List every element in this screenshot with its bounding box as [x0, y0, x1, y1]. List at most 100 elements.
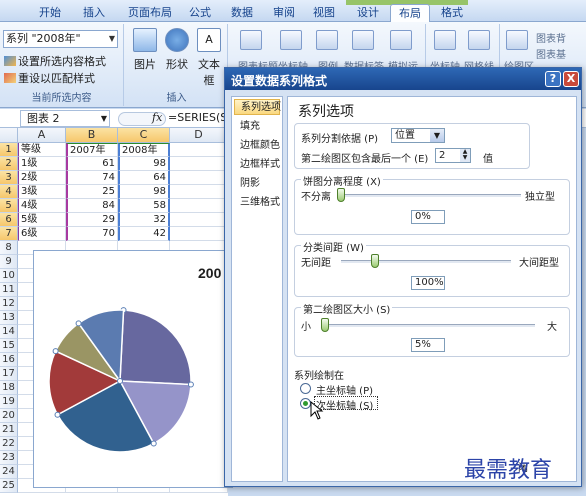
- row-header[interactable]: 6: [0, 213, 18, 227]
- grid-cell[interactable]: 98: [118, 157, 170, 171]
- explosion-value[interactable]: 0%: [411, 210, 445, 224]
- name-box[interactable]: 图表 2 ▼: [20, 110, 110, 127]
- row-header[interactable]: 8: [0, 241, 18, 255]
- grid-cell[interactable]: 1级: [18, 157, 66, 171]
- chart-title-icon[interactable]: [240, 30, 262, 50]
- row-header[interactable]: 9: [0, 255, 18, 269]
- tab-layout[interactable]: 布局: [390, 4, 430, 22]
- chart-element-select[interactable]: 系列 "2008年" ▼: [3, 30, 118, 48]
- insert-picture-button[interactable]: 图片: [130, 28, 160, 72]
- gap-slider-track[interactable]: [341, 260, 511, 264]
- nav-3d-format[interactable]: 三维格式: [234, 195, 280, 211]
- row-header[interactable]: 17: [0, 367, 18, 381]
- second-size-slider-track[interactable]: [321, 324, 535, 328]
- selection-handle[interactable]: [54, 411, 61, 418]
- grid-cell[interactable]: [170, 157, 228, 171]
- selection-handle[interactable]: [52, 348, 59, 355]
- grid-cell[interactable]: 2007年: [66, 143, 118, 157]
- data-table-icon[interactable]: [390, 30, 412, 50]
- grid-cell[interactable]: 58: [118, 199, 170, 213]
- grid-cell[interactable]: [170, 185, 228, 199]
- grid-cell[interactable]: 64: [118, 171, 170, 185]
- tab-design[interactable]: 设计: [350, 4, 386, 22]
- legend-icon[interactable]: [316, 30, 338, 50]
- row-header[interactable]: 20: [0, 409, 18, 423]
- grid-cell[interactable]: 2008年: [118, 143, 170, 157]
- grid-cell[interactable]: 29: [66, 213, 118, 227]
- selection-handle[interactable]: [150, 440, 157, 447]
- row-header[interactable]: 1: [0, 143, 18, 157]
- nav-border-style[interactable]: 边框样式: [234, 157, 280, 173]
- row-header[interactable]: 16: [0, 353, 18, 367]
- grid-cell[interactable]: 25: [66, 185, 118, 199]
- grid-cell[interactable]: 3级: [18, 185, 66, 199]
- column-header-b[interactable]: B: [66, 128, 118, 143]
- chart-floor-label[interactable]: 图表基: [536, 46, 566, 61]
- gap-value[interactable]: 100%: [411, 276, 445, 290]
- tab-insert[interactable]: 插入: [74, 4, 114, 22]
- pie-slice[interactable]: [119, 309, 192, 386]
- second-size-slider-thumb[interactable]: [321, 318, 330, 332]
- axes-icon[interactable]: [434, 30, 456, 50]
- fx-icon[interactable]: fx: [152, 111, 162, 124]
- row-header[interactable]: 22: [0, 437, 18, 451]
- dialog-title-bar[interactable]: 设置数据系列格式 ? X: [225, 68, 581, 90]
- row-header[interactable]: 10: [0, 269, 18, 283]
- pie-chart-object[interactable]: [33, 250, 233, 488]
- grid-cell[interactable]: 70: [66, 227, 118, 241]
- grid-cell[interactable]: 32: [118, 213, 170, 227]
- chart-wall-label[interactable]: 图表背: [536, 30, 566, 45]
- reset-style-button[interactable]: 重设以匹配样式: [4, 70, 95, 86]
- tab-review[interactable]: 审阅: [266, 4, 302, 22]
- selection-handle[interactable]: [75, 320, 82, 327]
- plot-area-icon[interactable]: [506, 30, 528, 50]
- secondary-axis-label[interactable]: 次坐标轴 (S): [316, 397, 373, 412]
- nav-border-color[interactable]: 边框颜色: [234, 138, 280, 154]
- grid-cell[interactable]: 等级: [18, 143, 66, 157]
- grid-cell[interactable]: [170, 213, 228, 227]
- row-header[interactable]: 3: [0, 171, 18, 185]
- help-button[interactable]: ?: [545, 71, 561, 87]
- column-header-c[interactable]: C: [118, 128, 170, 143]
- row-header[interactable]: 12: [0, 297, 18, 311]
- row-header[interactable]: 15: [0, 339, 18, 353]
- nav-series-options[interactable]: 系列选项: [234, 99, 281, 115]
- selection-handle[interactable]: [117, 378, 123, 384]
- row-header[interactable]: 5: [0, 199, 18, 213]
- grid-cell[interactable]: 2级: [18, 171, 66, 185]
- tab-format[interactable]: 格式: [434, 4, 470, 22]
- split-by-select[interactable]: 位置 ▼: [391, 128, 445, 143]
- insert-shapes-button[interactable]: 形状: [162, 28, 192, 72]
- grid-cell[interactable]: 5级: [18, 213, 66, 227]
- nav-fill[interactable]: 填充: [234, 119, 280, 135]
- column-header-a[interactable]: A: [18, 128, 66, 143]
- grid-cell[interactable]: [170, 171, 228, 185]
- tab-data[interactable]: 数据: [224, 4, 260, 22]
- grid-cell[interactable]: [170, 199, 228, 213]
- formula-input[interactable]: =SERIES(S: [168, 111, 227, 124]
- row-header[interactable]: 19: [0, 395, 18, 409]
- explosion-slider-thumb[interactable]: [337, 188, 345, 202]
- grid-cell[interactable]: 84: [66, 199, 118, 213]
- chart-title[interactable]: 200: [198, 265, 221, 281]
- row-header[interactable]: 13: [0, 311, 18, 325]
- tab-page-layout[interactable]: 页面布局: [122, 4, 178, 22]
- grid-cell[interactable]: 42: [118, 227, 170, 241]
- row-header[interactable]: 4: [0, 185, 18, 199]
- row-header[interactable]: 2: [0, 157, 18, 171]
- gap-slider-thumb[interactable]: [371, 254, 379, 268]
- explosion-slider-track[interactable]: [341, 194, 521, 198]
- row-header[interactable]: 23: [0, 451, 18, 465]
- close-button[interactable]: X: [563, 71, 579, 87]
- tab-formulas[interactable]: 公式: [182, 4, 218, 22]
- second-size-value[interactable]: 5%: [411, 338, 445, 352]
- tab-home[interactable]: 开始: [30, 4, 70, 22]
- primary-axis-radio[interactable]: [300, 383, 311, 394]
- grid-cell[interactable]: [170, 227, 228, 241]
- grid-cell[interactable]: 6级: [18, 227, 66, 241]
- grid-cell[interactable]: 74: [66, 171, 118, 185]
- column-header-d[interactable]: D: [170, 128, 228, 143]
- nav-shadow[interactable]: 阴影: [234, 176, 280, 192]
- row-header[interactable]: 14: [0, 325, 18, 339]
- axis-title-icon[interactable]: [280, 30, 302, 50]
